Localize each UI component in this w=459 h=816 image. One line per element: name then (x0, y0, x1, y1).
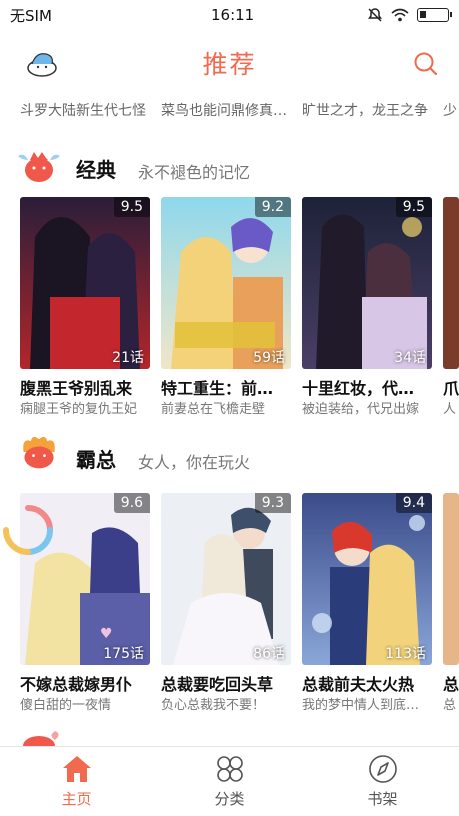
nav-bookshelf[interactable]: 书架 (306, 747, 459, 816)
comic-cover[interactable]: 9.3 86话 (161, 493, 291, 665)
page-title: 推荐 (202, 50, 257, 79)
mascot-heart-icon (23, 731, 59, 746)
episode-count: 113话 (385, 646, 426, 662)
comic-desc: 负心总裁我不要！ (161, 698, 266, 713)
grid-icon (216, 756, 243, 782)
comic-title[interactable]: 特工重生：前… (161, 375, 291, 399)
nav-label: 主页 (61, 790, 92, 808)
comic-title[interactable]: 总 (443, 671, 459, 695)
mascot-wings-icon (18, 152, 60, 182)
cover-art (161, 197, 291, 369)
comic-card[interactable]: 9.4 113话 总裁前夫太火热 我的梦中情人到底… (302, 493, 432, 713)
score-badge: 9.6 (113, 493, 150, 513)
list-item[interactable]: 旷世之才，龙王之争 (302, 100, 428, 120)
episode-count: 86话 (253, 646, 285, 662)
nav-label: 分类 (214, 790, 245, 808)
comic-desc: 被迫装给，代兄出嫁 (302, 402, 420, 417)
comic-card[interactable]: 9.2 59话 特工重生：前… 前妻总在飞檐走壁 (161, 197, 291, 417)
carrier-label: 无SIM (10, 6, 52, 25)
clock: 16:11 (211, 6, 255, 24)
battery-icon (417, 8, 452, 22)
comic-desc: 前妻总在飞檐走壁 (161, 402, 266, 417)
compass-icon (368, 755, 397, 783)
comic-title[interactable]: 腹黑王爷别乱来 (20, 375, 150, 399)
nav-home[interactable]: 主页 (0, 747, 153, 816)
comic-title[interactable]: 不嫁总裁嫁男仆 (20, 671, 150, 695)
bell-muted-icon (368, 8, 382, 22)
comic-cover[interactable]: 9.2 59话 (161, 197, 291, 369)
comic-title[interactable]: 总裁前夫太火热 (302, 671, 432, 695)
section-title: 霸总 (76, 448, 116, 472)
search-icon[interactable] (413, 51, 439, 77)
comic-card[interactable]: 9.3 86话 总裁要吃回头草 负心总裁我不要！ (161, 493, 291, 713)
cover-art (302, 493, 432, 665)
section-subtitle: 女人，你在玩火 (138, 453, 251, 472)
comic-cover[interactable] (443, 493, 459, 665)
score-badge: 9.3 (254, 493, 291, 513)
episode-count: 34话 (394, 350, 426, 366)
mascot-logo-icon[interactable] (24, 48, 60, 78)
section-header-boss[interactable]: 霸总 女人，你在玩火 (0, 436, 459, 486)
comic-desc: 痫腿王爷的复仇王妃 (20, 402, 138, 417)
cover-art (20, 197, 150, 369)
list-item[interactable]: 少 (443, 100, 457, 120)
section-header-classic[interactable]: 经典 永不褪色的记忆 (0, 146, 459, 196)
mascot-flame-icon (23, 436, 55, 469)
comic-desc: 总 (443, 698, 457, 713)
nav-category[interactable]: 分类 (153, 747, 306, 816)
svg-text:♥: ♥ (100, 626, 113, 642)
cover-art (161, 493, 291, 665)
comic-card[interactable]: 9.5 21话 腹黑王爷别乱来 痫腿王爷的复仇王妃 (20, 197, 150, 417)
comic-card[interactable]: 9.5 34话 十里红妆，代… 被迫装给，代兄出嫁 (302, 197, 432, 417)
cover-art (302, 197, 432, 369)
comic-title[interactable]: 总裁要吃回头草 (161, 671, 291, 695)
status-bar: 无SIM 16:11 (0, 0, 459, 30)
comic-title[interactable]: 十里红妆，代… (302, 375, 432, 399)
list-item[interactable]: 菜鸟也能问鼎修真… (161, 100, 287, 120)
comic-title[interactable]: 爪 (443, 375, 459, 399)
wifi-icon (391, 8, 409, 22)
score-badge: 9.5 (395, 197, 432, 217)
list-item[interactable]: 斗罗大陆新生代七怪 (20, 100, 146, 120)
comic-cover[interactable]: 9.5 34话 (302, 197, 432, 369)
comic-desc: 人 (443, 402, 457, 417)
nav-label: 书架 (367, 790, 398, 808)
section-title: 经典 (76, 158, 116, 182)
previous-row: 斗罗大陆新生代七怪 菜鸟也能问鼎修真… 旷世之才，龙王之争 少 (0, 96, 459, 124)
episode-count: 59话 (253, 350, 285, 366)
comic-cover[interactable] (443, 197, 459, 369)
score-badge: 9.5 (113, 197, 150, 217)
loading-spinner-icon (3, 505, 53, 555)
recommend-feed[interactable]: 斗罗大陆新生代七怪 菜鸟也能问鼎修真… 旷世之才，龙王之争 少 经典 永不褪色的… (0, 96, 459, 746)
section-subtitle: 永不褪色的记忆 (138, 163, 251, 182)
status-icons (367, 7, 452, 23)
episode-count: 21话 (112, 350, 144, 366)
episode-count: 175话 (103, 646, 144, 662)
comic-desc: 傻白甜的一夜情 (20, 698, 112, 713)
home-icon (62, 756, 91, 782)
comic-cover[interactable]: 9.5 21话 (20, 197, 150, 369)
app-header: 推荐 (0, 30, 459, 96)
comic-desc: 我的梦中情人到底… (302, 698, 420, 713)
score-badge: 9.4 (395, 493, 432, 513)
score-badge: 9.2 (254, 197, 291, 217)
comic-cover[interactable]: 9.4 113话 (302, 493, 432, 665)
bottom-nav: 主页 分类 书架 (0, 746, 459, 816)
